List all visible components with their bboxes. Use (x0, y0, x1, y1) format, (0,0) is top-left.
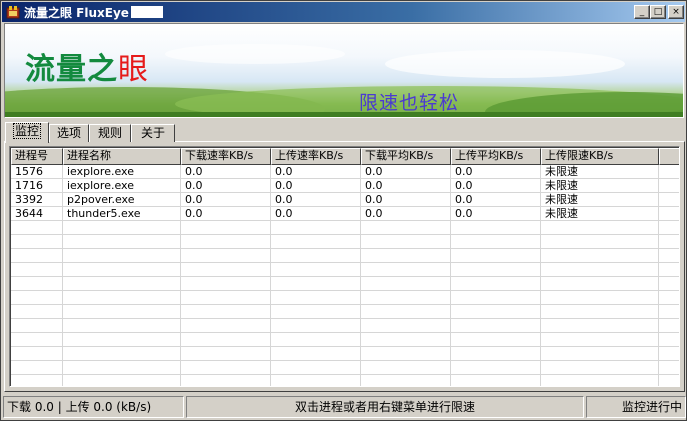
grid-line (11, 262, 679, 263)
cell-upload-rate: 0.0 (275, 165, 293, 178)
grid-line (11, 332, 679, 333)
cell-upload-rate: 0.0 (275, 193, 293, 206)
status-hint: 双击进程或者用右键菜单进行限速 (186, 396, 584, 418)
banner-slogan: 限速也轻松 (359, 92, 460, 114)
cell-name: thunder5.exe (67, 207, 141, 220)
cell-name: p2pover.exe (67, 193, 135, 206)
cell-pid: 3644 (15, 207, 43, 220)
cell-download-rate: 0.0 (185, 179, 203, 192)
tab-monitor[interactable]: 监控 (5, 122, 49, 143)
title-bar[interactable]: 流量之眼 FluxEye _ □ × (2, 2, 685, 22)
cell-upload-avg: 0.0 (455, 207, 473, 220)
tab-about[interactable]: 关于 (131, 124, 175, 142)
process-list[interactable]: 进程号 进程名称 下载速率KB/s 上传速率KB/s 下载平均KB/s 上传平均… (9, 146, 680, 387)
table-row[interactable]: 3644 thunder5.exe 0.0 0.0 0.0 0.0 未限速 (11, 207, 679, 221)
cell-download-avg: 0.0 (365, 179, 383, 192)
list-header: 进程号 进程名称 下载速率KB/s 上传速率KB/s 下载平均KB/s 上传平均… (11, 148, 679, 165)
cell-upload-avg: 0.0 (455, 193, 473, 206)
close-button[interactable]: × (668, 5, 684, 19)
grid-line (11, 374, 679, 375)
banner-logo: 流量之眼 (25, 44, 149, 88)
logo-text-green: 流量之 (25, 52, 118, 87)
cell-download-avg: 0.0 (365, 207, 383, 220)
table-row[interactable]: 1576 iexplore.exe 0.0 0.0 0.0 0.0 未限速 (11, 165, 679, 179)
tab-rules[interactable]: 规则 (89, 124, 131, 142)
window-title: 流量之眼 FluxEye (24, 4, 163, 21)
cell-name: iexplore.exe (67, 179, 134, 192)
status-speed: 下载 0.0 | 上传 0.0 (kB/s) (3, 396, 184, 418)
cell-download-rate: 0.0 (185, 165, 203, 178)
column-header-upload-limit[interactable]: 上传限速KB/s (541, 148, 659, 165)
grid-line (11, 234, 679, 235)
minimize-button[interactable]: _ (634, 5, 650, 19)
list-body: 1576 iexplore.exe 0.0 0.0 0.0 0.0 未限速 17… (11, 165, 679, 386)
main-window: 流量之眼 FluxEye _ □ × 流量之眼 限速也轻松 监控 选项 规则 关… (0, 0, 687, 421)
cell-upload-avg: 0.0 (455, 165, 473, 178)
cell-upload-limit: 未限速 (545, 193, 578, 206)
logo-text-red: 眼 (118, 52, 149, 87)
table-row[interactable]: 1716 iexplore.exe 0.0 0.0 0.0 0.0 未限速 (11, 179, 679, 193)
cell-upload-limit: 未限速 (545, 179, 578, 192)
column-header-filler (659, 148, 679, 165)
column-header-upload-avg[interactable]: 上传平均KB/s (451, 148, 541, 165)
column-header-pid[interactable]: 进程号 (11, 148, 63, 165)
cell-pid: 3392 (15, 193, 43, 206)
grid-line (11, 304, 679, 305)
cell-upload-limit: 未限速 (545, 165, 578, 178)
column-header-download-avg[interactable]: 下载平均KB/s (361, 148, 451, 165)
column-header-upload-rate[interactable]: 上传速率KB/s (271, 148, 361, 165)
grid-line (11, 346, 679, 347)
grid-line (11, 318, 679, 319)
status-state: 监控进行中 (586, 396, 686, 418)
banner-image: 流量之眼 限速也轻松 (4, 23, 684, 118)
cell-download-avg: 0.0 (365, 165, 383, 178)
app-icon (6, 6, 20, 19)
cell-upload-rate: 0.0 (275, 179, 293, 192)
tab-options[interactable]: 选项 (49, 124, 89, 142)
cell-pid: 1716 (15, 179, 43, 192)
maximize-button[interactable]: □ (650, 5, 666, 19)
column-header-name[interactable]: 进程名称 (63, 148, 181, 165)
cell-name: iexplore.exe (67, 165, 134, 178)
cell-download-avg: 0.0 (365, 193, 383, 206)
cell-upload-avg: 0.0 (455, 179, 473, 192)
cell-upload-limit: 未限速 (545, 207, 578, 220)
cell-upload-rate: 0.0 (275, 207, 293, 220)
grid-line (11, 360, 679, 361)
cell-download-rate: 0.0 (185, 193, 203, 206)
cell-download-rate: 0.0 (185, 207, 203, 220)
column-header-download-rate[interactable]: 下载速率KB/s (181, 148, 271, 165)
cell-pid: 1576 (15, 165, 43, 178)
grid-line (11, 290, 679, 291)
grid-line (11, 248, 679, 249)
table-row[interactable]: 3392 p2pover.exe 0.0 0.0 0.0 0.0 未限速 (11, 193, 679, 207)
grid-line (11, 276, 679, 277)
